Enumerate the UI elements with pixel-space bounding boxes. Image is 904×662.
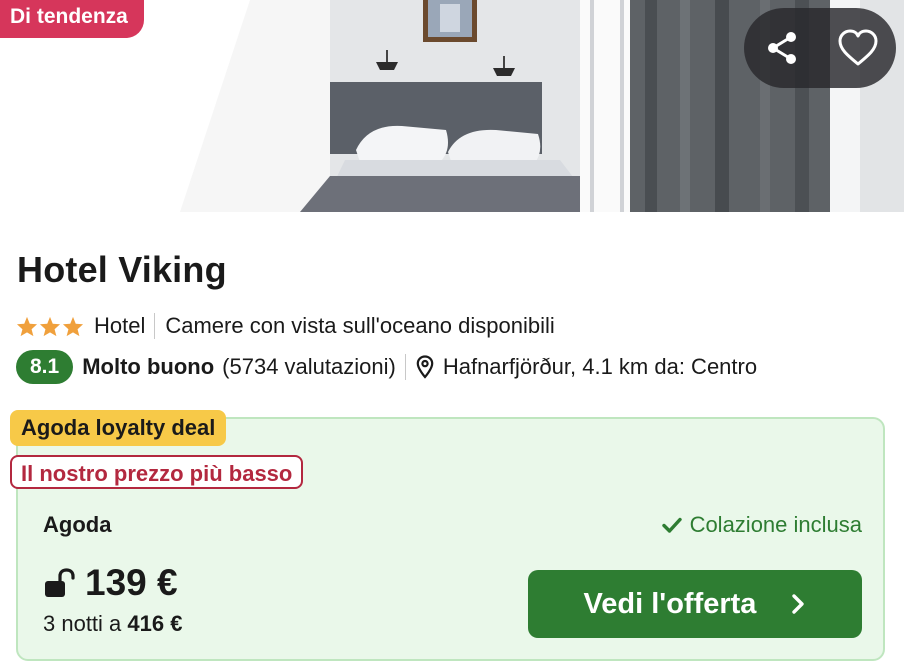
property-feature: Camere con vista sull'oceano disponibili [165,313,555,338]
property-type: Hotel [94,313,146,338]
star-rating [16,316,84,337]
image-actions [744,8,896,88]
view-deal-button[interactable]: Vedi l'offerta [528,570,862,638]
hotel-meta-row: Hotel Camere con vista sull'oceano dispo… [16,311,555,341]
location-text[interactable]: Hafnarfjörður, 4.1 km da: Centro [443,354,757,380]
location-pin-icon [416,355,434,379]
price-row: 139 € [43,562,178,604]
total-price: 416 € [127,611,183,636]
unlocked-lock-icon [45,568,75,597]
heart-icon [838,29,878,66]
divider [404,354,406,380]
hotel-photo[interactable]: Di tendenza [0,0,904,212]
stay-total: 3 notti a 416 € [43,611,182,637]
nightly-price: 139 € [85,562,178,603]
review-count[interactable]: (5734 valutazioni) [222,354,396,380]
view-deal-label: Vedi l'offerta [583,587,757,620]
score-badge: 8.1 [16,350,74,384]
star-icon [39,316,61,336]
chevron-right-icon [792,594,805,614]
share-button[interactable] [744,8,820,88]
trending-badge: Di tendenza [0,0,144,38]
provider-name: Agoda [43,512,112,537]
check-icon [661,517,682,533]
breakfast-included: Colazione inclusa [661,512,862,538]
rating-label: Molto buono [82,354,215,379]
share-icon [768,32,796,64]
favorite-button[interactable] [820,8,896,88]
rating-location-row: 8.1 Molto buono (5734 valutazioni) Hafna… [16,350,757,384]
star-icon [16,316,38,336]
star-icon [62,316,84,336]
loyalty-deal-badge: Agoda loyalty deal [10,410,227,446]
nights-prefix: 3 notti a [43,611,122,636]
divider [154,313,156,339]
lowest-price-badge: Il nostro prezzo più basso [10,455,304,489]
breakfast-label: Colazione inclusa [689,512,862,537]
hotel-name[interactable]: Hotel Viking [17,249,227,291]
